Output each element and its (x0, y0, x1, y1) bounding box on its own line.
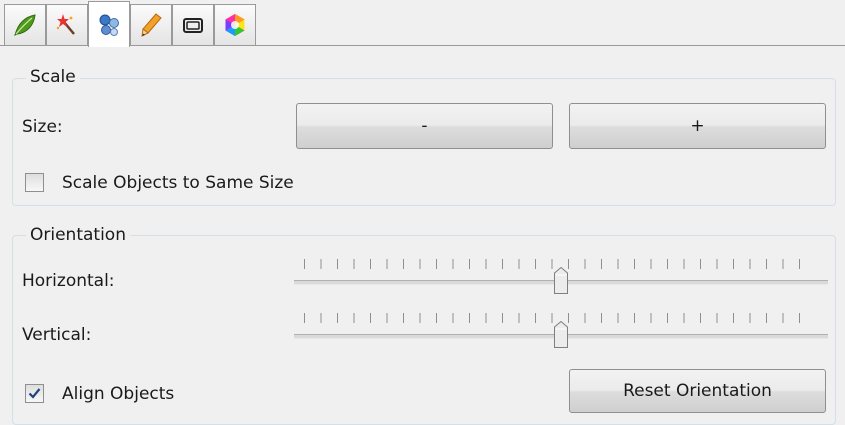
align-objects-checkbox[interactable] (25, 384, 44, 403)
size-label: Size: (22, 117, 63, 137)
vertical-slider[interactable] (294, 313, 828, 359)
size-decrease-button[interactable]: - (296, 103, 553, 149)
tab-pencil[interactable] (130, 4, 172, 45)
orientation-group-title: Orientation (26, 225, 130, 245)
same-size-checkbox[interactable] (25, 173, 44, 192)
tab-strip (0, 0, 845, 48)
horizontal-label: Horizontal: (22, 271, 115, 291)
tab-objects[interactable] (88, 1, 130, 47)
magic-wand-icon (54, 12, 80, 38)
vertical-label: Vertical: (22, 325, 92, 345)
reset-orientation-button[interactable]: Reset Orientation (569, 369, 826, 413)
tab-leaf[interactable] (4, 4, 46, 45)
checkmark-icon (28, 388, 41, 399)
tab-color[interactable] (214, 4, 256, 45)
color-wheel-icon (222, 12, 248, 38)
horizontal-slider-thumb[interactable] (554, 266, 568, 294)
horizontal-slider[interactable] (294, 259, 828, 305)
align-objects-label: Align Objects (62, 384, 175, 404)
same-size-label: Scale Objects to Same Size (62, 173, 294, 193)
leaf-icon (12, 12, 38, 38)
vertical-slider-thumb[interactable] (554, 320, 568, 348)
objects-icon (96, 12, 122, 38)
tab-magic-wand[interactable] (46, 4, 88, 45)
size-increase-button[interactable]: + (569, 103, 826, 149)
frame-icon (180, 12, 206, 38)
tab-frame[interactable] (172, 4, 214, 45)
scale-group-title: Scale (26, 67, 80, 87)
pencil-icon (138, 12, 164, 38)
